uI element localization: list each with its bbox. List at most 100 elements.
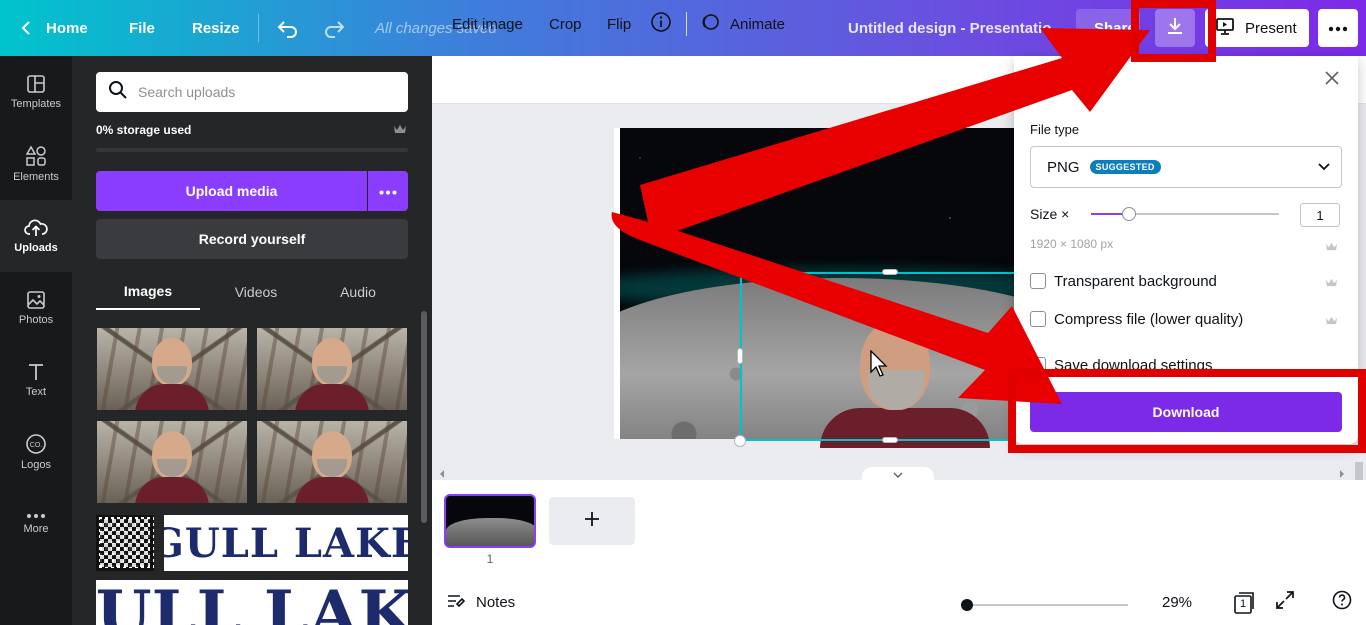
compress-file-checkbox[interactable]: [1030, 311, 1046, 327]
pages-icon: 1: [1232, 591, 1256, 615]
chevron-down-icon: [1317, 159, 1331, 177]
rail-item-label: Templates: [10, 98, 62, 110]
tab-images[interactable]: Images: [96, 274, 200, 310]
uploaded-image-thumbnail[interactable]: [257, 421, 407, 503]
download-panel-title: Download: [1030, 71, 1097, 89]
help-button[interactable]: [1332, 580, 1352, 625]
rail-item-templates[interactable]: Templates: [0, 56, 72, 128]
rail-item-elements[interactable]: Elements: [0, 128, 72, 200]
dimensions-text: 1920 × 1080 px: [1030, 237, 1114, 251]
transparent-background-option[interactable]: Transparent background: [1030, 271, 1217, 291]
zoom-slider-track[interactable]: [966, 604, 1128, 606]
file-menu[interactable]: File: [129, 0, 155, 56]
qr-code-thumbnail[interactable]: [96, 515, 154, 571]
upload-media-button[interactable]: Upload media: [96, 171, 367, 211]
search-icon: [108, 80, 128, 105]
close-icon: [1325, 70, 1339, 90]
crown-icon: [393, 122, 407, 140]
notes-button[interactable]: Notes: [446, 580, 515, 625]
rail-item-label: Uploads: [14, 242, 58, 254]
gull-lake-logo-large-thumbnail[interactable]: GULL LAKE: [96, 580, 408, 625]
rail-item-label: Text: [25, 386, 47, 398]
rail-item-photos[interactable]: Photos: [0, 272, 72, 344]
rail-item-logos[interactable]: CO. Logos: [0, 416, 72, 488]
undo-button[interactable]: [276, 0, 300, 56]
highlight-download-icon-box: [1131, 0, 1216, 62]
crown-icon: [1325, 275, 1338, 293]
tab-videos[interactable]: Videos: [204, 274, 308, 310]
rail-item-label: Photos: [18, 314, 54, 326]
zoom-slider-knob[interactable]: [961, 599, 973, 611]
redo-button[interactable]: [322, 0, 346, 56]
rail-item-label: More: [23, 523, 49, 535]
tab-audio[interactable]: Audio: [306, 274, 410, 310]
uploaded-image-thumbnail[interactable]: [97, 328, 247, 410]
info-button[interactable]: [650, 0, 672, 48]
rail-item-label: Logos: [21, 459, 51, 471]
suggested-badge: SUGGESTED: [1089, 160, 1161, 174]
search-box[interactable]: [96, 72, 408, 112]
animate-label: Animate: [730, 15, 786, 33]
animate-button[interactable]: Animate: [700, 0, 785, 48]
size-label: Size ×: [1030, 206, 1070, 222]
rail-item-text[interactable]: Text: [0, 344, 72, 416]
more-options-button[interactable]: [1318, 9, 1358, 47]
info-icon: [650, 11, 672, 37]
flip-button[interactable]: Flip: [607, 0, 631, 48]
text-icon: [26, 362, 46, 382]
page-thumbnail[interactable]: [444, 494, 536, 548]
zoom-percentage[interactable]: 29%: [1162, 580, 1192, 625]
home-button[interactable]: Home: [20, 0, 88, 56]
chevron-left-icon: [20, 20, 32, 36]
transparent-background-checkbox[interactable]: [1030, 273, 1046, 289]
present-button[interactable]: Present: [1205, 9, 1309, 47]
edit-image-button[interactable]: Edit image: [452, 0, 523, 48]
fullscreen-button[interactable]: [1275, 580, 1295, 625]
gull-lake-logo-thumbnail[interactable]: GULL LAKE: [164, 515, 408, 571]
size-slider-knob[interactable]: [1122, 207, 1136, 221]
crown-icon: [1325, 313, 1338, 331]
collapse-pages-button[interactable]: [862, 467, 934, 481]
option-label: Compress file (lower quality): [1054, 310, 1244, 328]
crop-button[interactable]: Crop: [549, 0, 582, 48]
add-page-button[interactable]: [549, 497, 635, 545]
close-button[interactable]: [1318, 64, 1346, 96]
uploaded-image-thumbnail[interactable]: [257, 328, 407, 410]
home-label: Home: [46, 19, 88, 37]
uploads-panel: 0% storage used Upload media Record your…: [72, 56, 432, 625]
resize-handle-left[interactable]: [737, 348, 743, 364]
rail-item-uploads[interactable]: Uploads: [0, 200, 72, 272]
size-input[interactable]: 1: [1300, 203, 1340, 227]
resize-handle-bottom[interactable]: [882, 437, 898, 443]
expand-icon: [1275, 590, 1295, 615]
resize-handle-top[interactable]: [882, 269, 898, 275]
page-count-button[interactable]: 1: [1232, 580, 1256, 625]
topbar-divider: [258, 14, 259, 42]
rail-item-label: Elements: [13, 171, 59, 183]
elements-icon: [25, 145, 47, 167]
uploaded-image-thumbnail[interactable]: [97, 421, 247, 503]
upload-more-button[interactable]: [368, 171, 408, 211]
rail-item-more[interactable]: More: [0, 488, 72, 560]
animate-icon: [700, 12, 720, 36]
storage-used: 0% storage used: [96, 123, 192, 137]
file-type-value: PNG: [1047, 158, 1080, 176]
panel-scrollbar[interactable]: [421, 311, 427, 523]
search-input[interactable]: [138, 84, 388, 100]
crown-icon: [1325, 239, 1338, 257]
more-dots-icon: [379, 182, 397, 200]
resize-handle-corner[interactable]: [734, 435, 746, 447]
logo-icon: CO.: [25, 433, 47, 455]
option-label: Transparent background: [1054, 272, 1217, 290]
document-title[interactable]: Untitled design - Presentatio: [848, 0, 1051, 56]
record-yourself-button[interactable]: Record yourself: [96, 219, 408, 259]
file-type-select[interactable]: PNG SUGGESTED: [1030, 146, 1342, 188]
canvas-vertical-scrollbar[interactable]: [1355, 462, 1363, 480]
highlight-download-button-box: [1008, 369, 1366, 453]
page-number: 1: [486, 552, 494, 566]
compress-file-option[interactable]: Compress file (lower quality): [1030, 309, 1243, 329]
file-type-label: File type: [1030, 122, 1080, 137]
more-dots-icon: [26, 513, 46, 519]
resize-button[interactable]: Resize: [192, 0, 240, 56]
templates-icon: [26, 74, 46, 94]
